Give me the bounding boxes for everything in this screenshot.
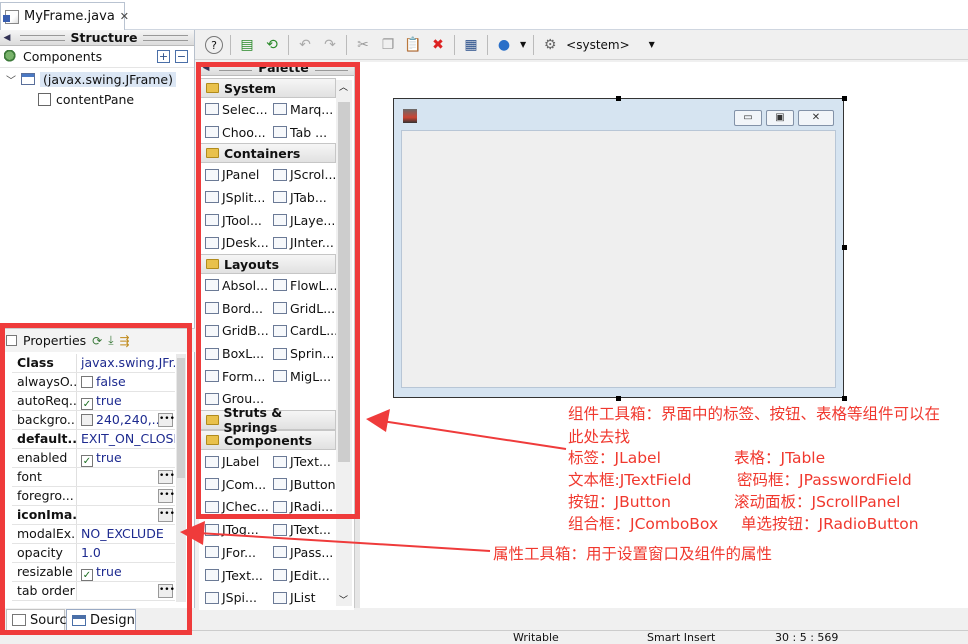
annotation-label: 文本框:JTextField (568, 471, 692, 489)
annotation-label: 密码框：JPasswordField (737, 471, 912, 489)
palette-note: 组件工具箱：界面中的标签、按钮、表格等组件可以在 (568, 405, 941, 423)
properties-note: 属性工具箱：用于设置窗口及组件的属性 (493, 545, 773, 563)
annotation-label: 标签：JLabel (568, 449, 661, 467)
annotation-label: 组合框：JComboBox (568, 515, 719, 533)
palette-arrow (366, 409, 567, 450)
annotation-arrows (180, 409, 567, 552)
annotation-label: 单选按钮：JRadioButton (741, 515, 919, 533)
annotation-label: 按钮：JButton (568, 493, 671, 511)
annotation-label: 表格：JTable (734, 449, 826, 467)
palette-note-line2: 此处去找 (568, 428, 631, 446)
annotation-label: 滚动面板：JScrollPanel (734, 493, 901, 511)
properties-arrow (180, 521, 491, 552)
